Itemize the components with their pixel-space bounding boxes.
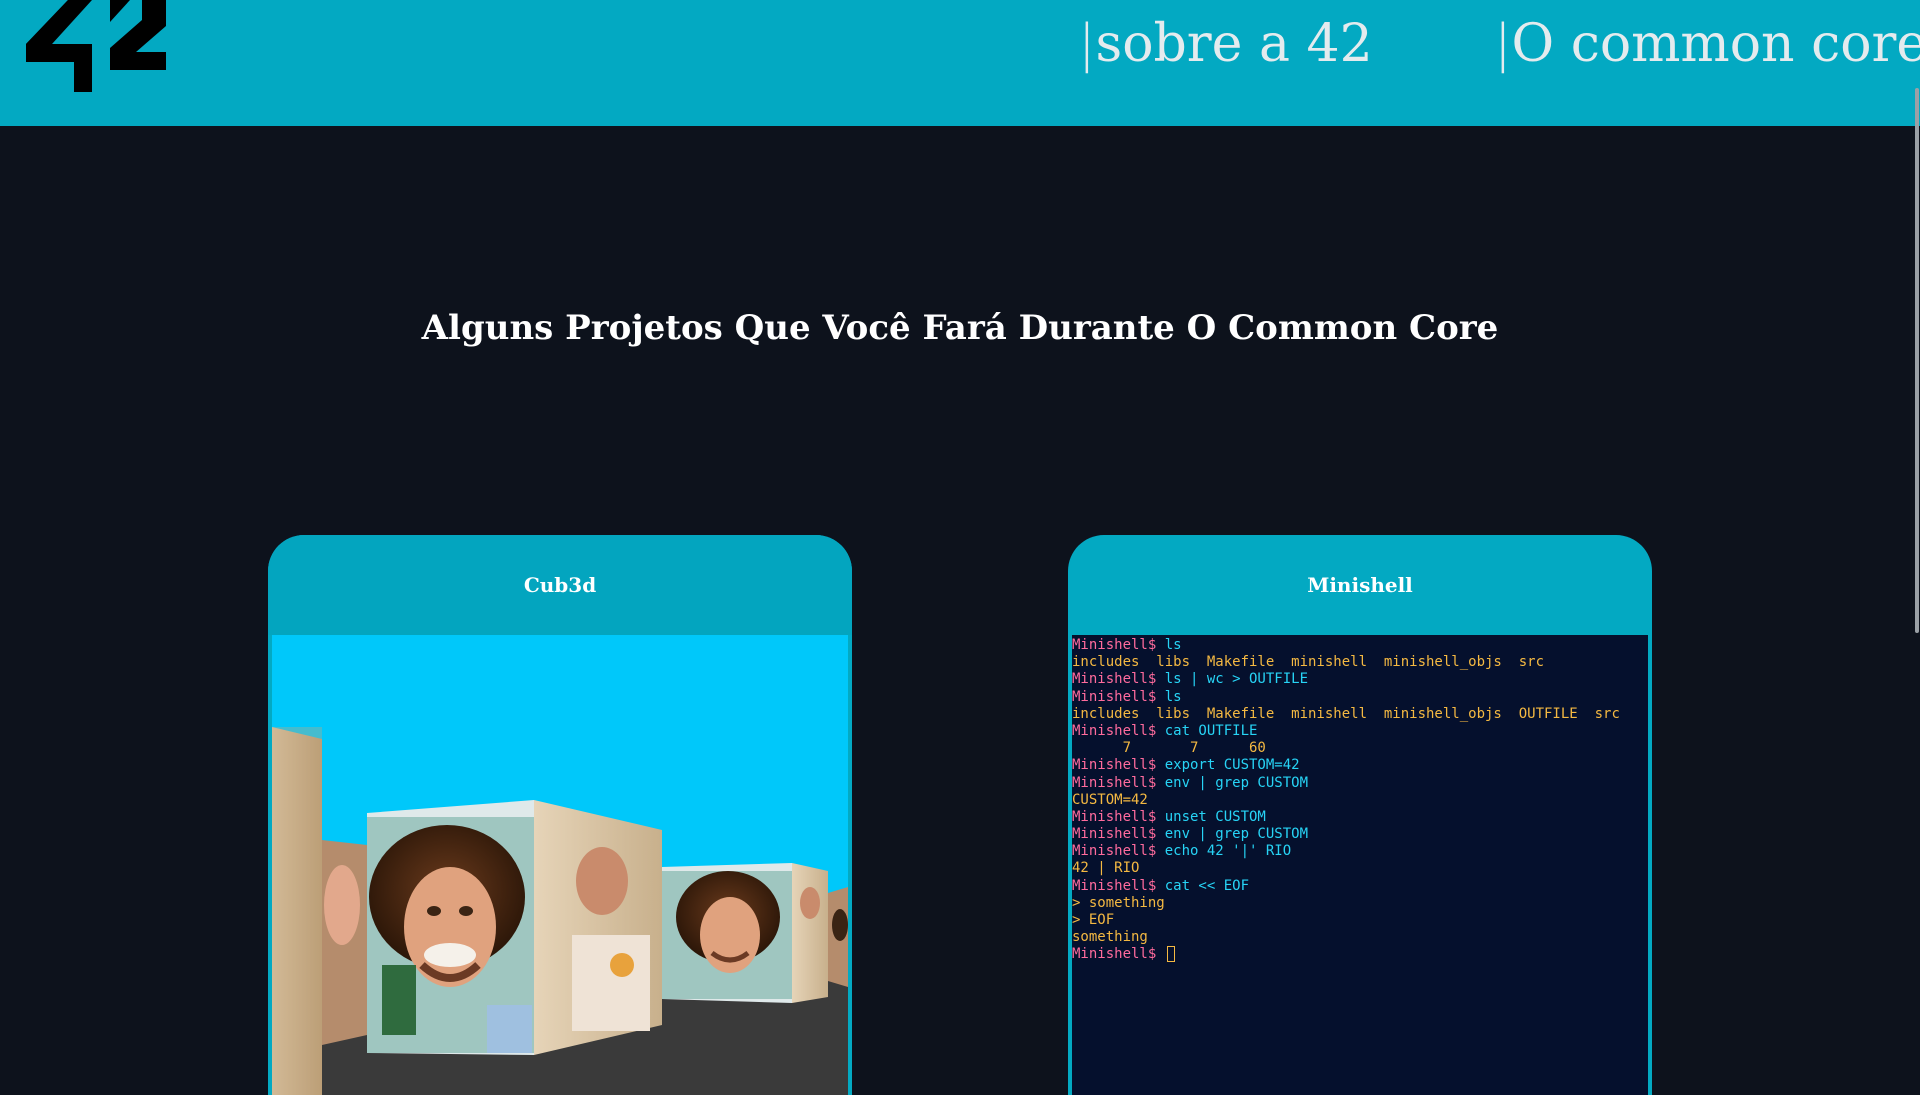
terminal-line: includes libs Makefile minishell minishe… [1072,706,1648,723]
section-title: Alguns Projetos Que Você Fará Durante O … [421,308,1499,348]
terminal-line: something [1072,929,1648,946]
terminal-output: > EOF [1072,912,1115,928]
terminal-prompt: Minishell$ [1072,688,1165,705]
terminal-prompt: Minishell$ [1072,757,1165,774]
terminal-output: 7 7 60 [1072,740,1266,757]
terminal-prompt: Minishell$ [1072,722,1165,739]
terminal-line: 42 | RIO [1072,860,1648,877]
terminal-prompt: Minishell$ [1072,877,1165,894]
raycaster-scene-image [272,635,848,1095]
terminal-line: Minishell$ cat OUTFILE [1072,723,1648,740]
minishell-preview: Minishell$ ls includes libs Makefile mini… [1072,635,1648,1095]
terminal-prompt: Minishell$ [1072,808,1165,825]
terminal-command: ls [1164,688,1182,705]
terminal-command: unset CUSTOM [1164,808,1266,825]
terminal-output: CUSTOM=42 [1072,791,1148,808]
terminal-prompt: Minishell$ [1072,637,1165,653]
nav-label-sobre: sobre a 42 [1095,14,1373,74]
page-scrollbar-thumb[interactable] [1915,88,1919,633]
nav-link-common-core[interactable]: |O common core [1494,14,1920,74]
card-title-minishell: Minishell [1307,573,1413,597]
nav-label-common-core: O common core [1511,14,1920,74]
terminal-command: export CUSTOM=42 [1164,757,1300,774]
terminal-window: Minishell$ ls includes libs Makefile mini… [1072,635,1648,1095]
terminal-line: Minishell$ [1072,946,1648,963]
terminal-line: Minishell$ ls [1072,637,1648,654]
terminal-line: Minishell$ echo 42 '|' RIO [1072,843,1648,860]
card-title-cub3d: Cub3d [268,535,852,635]
terminal-line: > something [1072,895,1648,912]
terminal-prompt: Minishell$ [1072,826,1165,843]
terminal-command: cat << EOF [1164,877,1250,894]
terminal-command: env | grep CUSTOM [1164,826,1309,843]
terminal-line: CUSTOM=42 [1072,792,1648,809]
terminal-line: > EOF [1072,912,1648,929]
terminal-output: includes libs Makefile minishell minishe… [1072,705,1620,722]
terminal-command: ls [1164,637,1182,653]
nav-link-sobre-a-42[interactable]: |sobre a 42 [1078,14,1373,74]
terminal-prompt: Minishell$ [1072,946,1165,963]
terminal-prompt: Minishell$ [1072,671,1165,688]
terminal-line: Minishell$ env | grep CUSTOM [1072,775,1648,792]
terminal-line: 7 7 60 [1072,740,1648,757]
terminal-line: Minishell$ ls | wc > OUTFILE [1072,671,1648,688]
terminal-command: cat OUTFILE [1164,722,1258,739]
terminal-command: echo 42 '|' RIO [1164,843,1292,860]
terminal-output: includes libs Makefile minishell minishe… [1072,654,1545,671]
nav-separator: | [1078,14,1096,74]
terminal-prompt: Minishell$ [1072,774,1165,791]
terminal-line: Minishell$ ls [1072,689,1648,706]
terminal-line: Minishell$ cat << EOF [1072,878,1648,895]
terminal-cursor[interactable] [1166,946,1175,963]
nav-separator: | [1494,14,1512,74]
terminal-output: something [1072,929,1148,946]
terminal-line: includes libs Makefile minishell minishe… [1072,654,1648,671]
terminal-command: env | grep CUSTOM [1164,774,1309,791]
terminal-line: Minishell$ unset CUSTOM [1072,809,1648,826]
terminal-output: > something [1072,894,1165,911]
terminal-line: Minishell$ export CUSTOM=42 [1072,757,1648,774]
terminal-output: 42 | RIO [1072,860,1140,877]
42-logo-icon[interactable] [26,0,166,92]
terminal-command: ls | wc > OUTFILE [1164,671,1309,688]
terminal-prompt: Minishell$ [1072,843,1165,860]
project-card-cub3d[interactable]: Cub3d [268,535,852,1095]
cub3d-preview [272,635,848,1095]
terminal-line: Minishell$ env | grep CUSTOM [1072,826,1648,843]
project-card-minishell[interactable]: Minishell Minishell$ ls includes libs Mak… [1068,535,1652,1095]
site-header: |sobre a 42 |O common core [0,0,1920,126]
